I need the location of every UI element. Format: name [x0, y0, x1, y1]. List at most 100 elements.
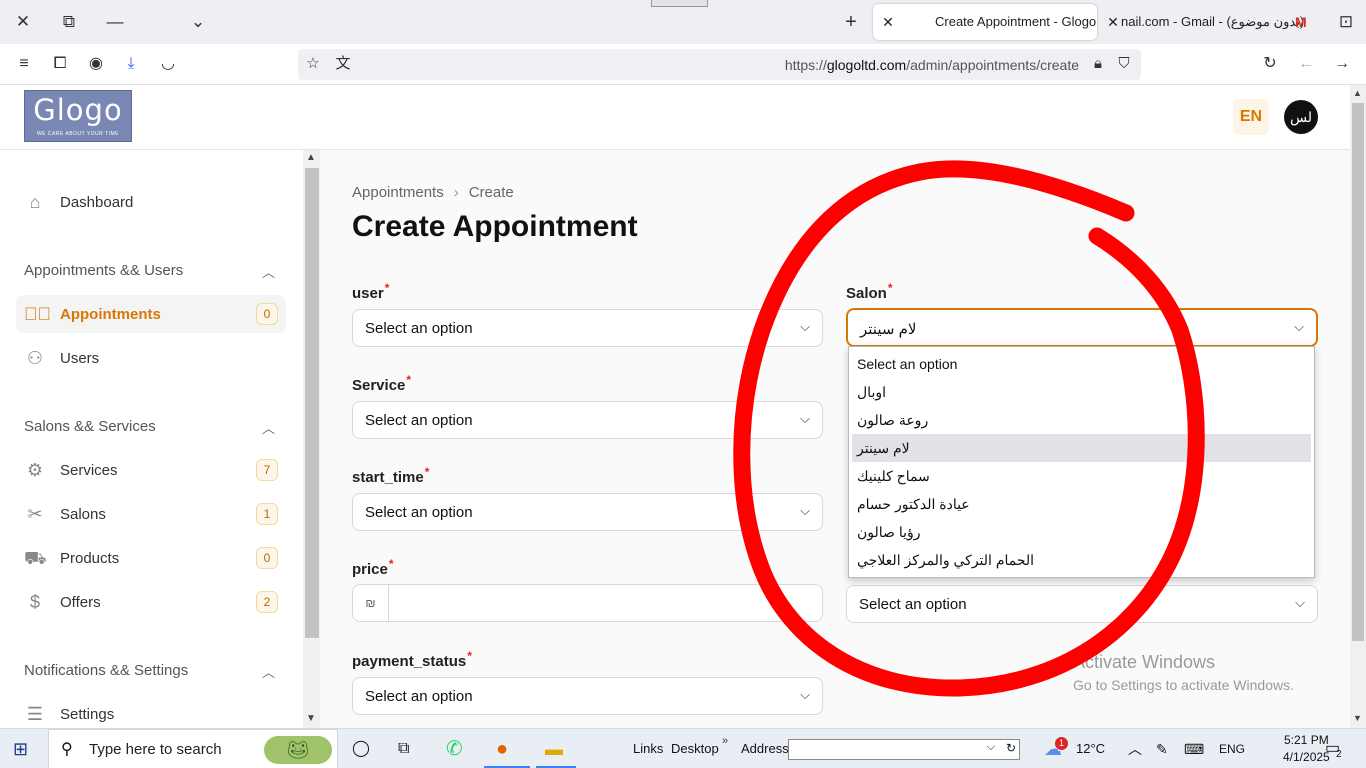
reload-icon[interactable]: ↻	[1258, 52, 1282, 76]
new-tab-plus-icon[interactable]: +	[839, 10, 863, 34]
links-toolbar[interactable]: Links	[633, 737, 663, 761]
taskbar-clock[interactable]: 5:21 PM 4/1/2025	[1283, 732, 1330, 766]
keyboard-icon[interactable]: ⌨	[1184, 737, 1204, 761]
scroll-up-icon[interactable]: ▲	[1353, 88, 1362, 98]
lock-icon[interactable]: 🔒︎	[1087, 53, 1109, 75]
close-window-icon[interactable]: ✕	[11, 10, 35, 34]
count-badge: 7	[256, 459, 278, 481]
scroll-down-icon[interactable]: ▼	[306, 713, 316, 724]
bookmark-star-icon[interactable]: ☆	[302, 53, 324, 75]
dropdown-option[interactable]: روعة صالون	[852, 406, 1311, 434]
label-text: Service	[352, 377, 406, 394]
dropdown-option[interactable]: رؤيا صالون	[852, 518, 1311, 546]
breadcrumb-link[interactable]: Appointments	[352, 184, 444, 201]
menu-icon[interactable]: ≡	[12, 52, 36, 76]
user-select[interactable]: Select an option ⌵	[352, 309, 823, 347]
sidebar-item-users[interactable]: ⚇ Users	[16, 339, 286, 377]
scroll-up-icon[interactable]: ▲	[306, 152, 316, 163]
go-arrow-icon[interactable]: ↻	[1006, 741, 1016, 755]
sidebar-scrollbar[interactable]: ▲ ▼	[303, 150, 320, 728]
dropdown-option[interactable]: عيادة الدكتور حسام	[852, 490, 1311, 518]
dropdown-option-selected[interactable]: لام سينتر	[852, 434, 1311, 462]
currency-prefix: ₪	[353, 585, 389, 621]
user-label: user*	[352, 281, 389, 302]
service-select[interactable]: Select an option ⌵	[352, 401, 823, 439]
scrollbar-thumb[interactable]	[1352, 103, 1364, 641]
url-prefix: https://	[784, 57, 827, 73]
account-icon[interactable]: ◉	[84, 52, 108, 76]
address-bar[interactable]: ☆ 文 https://glogoltd.com/admin/appointme…	[298, 49, 1141, 80]
sidebar-group-appointments[interactable]: Appointments && Users ︿	[24, 262, 279, 281]
sidebar-group-label: Appointments && Users	[24, 262, 184, 279]
tab-list-chevron-icon[interactable]: ⌄	[186, 10, 210, 34]
payment-status-select[interactable]: Select an option ⌵	[352, 677, 823, 715]
tab-groups-icon[interactable]: ⊡	[1334, 10, 1358, 34]
sidebar-item-settings[interactable]: ☰ Settings	[16, 695, 286, 728]
tab-create-appointment[interactable]: ✕ Create Appointment - Glogo	[873, 4, 1097, 40]
tab-title: Create Appointment - Glogo	[935, 14, 1097, 29]
desktop-toolbar[interactable]: Desktop	[671, 737, 719, 761]
sidebar-item-label: Appointments	[60, 306, 161, 323]
extensions-icon[interactable]: ⧠	[48, 52, 72, 76]
shield-icon[interactable]: ⛉	[1113, 53, 1135, 75]
sidebar-item-products[interactable]: ⛟ Products 0	[16, 539, 286, 577]
chevron-up-icon[interactable]: ︿	[262, 262, 275, 281]
input-language[interactable]: ENG	[1219, 737, 1245, 761]
sidebar-group-settings[interactable]: Notifications && Settings ︿	[24, 662, 279, 681]
dropdown-option[interactable]: اوبال	[852, 378, 1311, 406]
chevron-double-right-icon[interactable]: »	[722, 729, 728, 753]
salon-select[interactable]: لام سينتر ⌵	[846, 308, 1318, 347]
dropdown-option[interactable]: سماح كلينيك	[852, 462, 1311, 490]
tab-gmail[interactable]: ✕ nail.com - Gmail - (بدون موضوع) M	[1101, 4, 1315, 40]
whatsapp-icon[interactable]: ✆	[446, 737, 463, 761]
chevron-up-icon[interactable]: ︿	[262, 418, 275, 437]
pen-icon[interactable]: ✎	[1156, 737, 1168, 761]
start-time-select[interactable]: Select an option ⌵	[352, 493, 823, 531]
gmail-icon: M	[1295, 14, 1307, 30]
dropdown-option[interactable]: Select an option	[852, 350, 1311, 378]
restore-window-icon[interactable]: ⧉	[57, 10, 81, 34]
chevron-up-icon[interactable]: ︿	[1128, 737, 1142, 761]
glogo-logo[interactable]: Glogo WE CARE ABOUT YOUR TIME	[24, 90, 132, 142]
translate-icon[interactable]: 文	[332, 53, 354, 75]
temperature[interactable]: 12°C	[1076, 737, 1105, 761]
chevron-down-icon[interactable]: ⌵	[987, 741, 995, 754]
scrollbar-thumb[interactable]	[305, 168, 319, 638]
scroll-down-icon[interactable]: ▼	[1353, 713, 1362, 723]
sidebar-item-services[interactable]: ⚙ Services 7	[16, 451, 286, 489]
language-switch-button[interactable]: EN	[1233, 99, 1269, 135]
back-arrow-icon[interactable]: ←	[1294, 52, 1318, 76]
url-text[interactable]: https://glogoltd.com/admin/appointments/…	[785, 57, 1079, 73]
sidebar-group-salons[interactable]: Salons && Services ︿	[24, 418, 279, 437]
dropdown-option[interactable]: الحمام التركي والمركز العلاجي	[852, 546, 1311, 574]
minimize-window-icon[interactable]: —	[103, 10, 127, 34]
cortana-circle-icon[interactable]: ◯	[352, 737, 370, 761]
url-domain: glogoltd.com	[826, 57, 907, 73]
firefox-icon[interactable]: ●	[496, 737, 508, 761]
close-tab-icon[interactable]: ✕	[1104, 4, 1122, 40]
taskbar-search-box[interactable]: ⚲ Type here to search 🐸︎	[48, 729, 338, 768]
sidebar: ⌂ Dashboard Appointments && Users ︿ ✓⃝ A…	[0, 150, 303, 728]
sidebar-item-offers[interactable]: $ Offers 2	[16, 583, 286, 621]
sidebar-item-dashboard[interactable]: ⌂ Dashboard	[16, 183, 286, 221]
sidebar-item-salons[interactable]: ✂ Salons 1	[16, 495, 286, 533]
pocket-icon[interactable]: ◡	[156, 52, 180, 76]
clock-time: 5:21 PM	[1284, 733, 1329, 747]
drag-handle[interactable]	[651, 0, 708, 7]
downloads-icon[interactable]: ⤓	[119, 52, 143, 76]
sidebar-item-appointments[interactable]: ✓⃝ Appointments 0	[16, 295, 286, 333]
price-input[interactable]: ₪	[352, 584, 823, 622]
chevron-up-icon[interactable]: ︿	[262, 662, 275, 681]
page-scrollbar[interactable]: ▲ ▼	[1350, 85, 1366, 728]
windows-start-icon[interactable]: ⊞	[13, 737, 28, 761]
address-toolbar-input[interactable]: ⌵ ↻	[788, 739, 1020, 760]
url-path: /admin/appointments/create	[906, 57, 1079, 73]
close-tab-icon[interactable]: ✕	[879, 4, 897, 40]
file-explorer-icon[interactable]: ▬	[545, 737, 563, 761]
secondary-select[interactable]: Select an option ⌵	[846, 585, 1318, 623]
page-title: Create Appointment	[352, 210, 638, 243]
task-view-icon[interactable]: ⧉	[398, 737, 409, 761]
user-avatar[interactable]: لس	[1284, 100, 1318, 134]
forward-arrow-icon[interactable]: →	[1330, 52, 1354, 76]
salon-dropdown-list: Select an option اوبال روعة صالون لام سي…	[848, 346, 1315, 578]
